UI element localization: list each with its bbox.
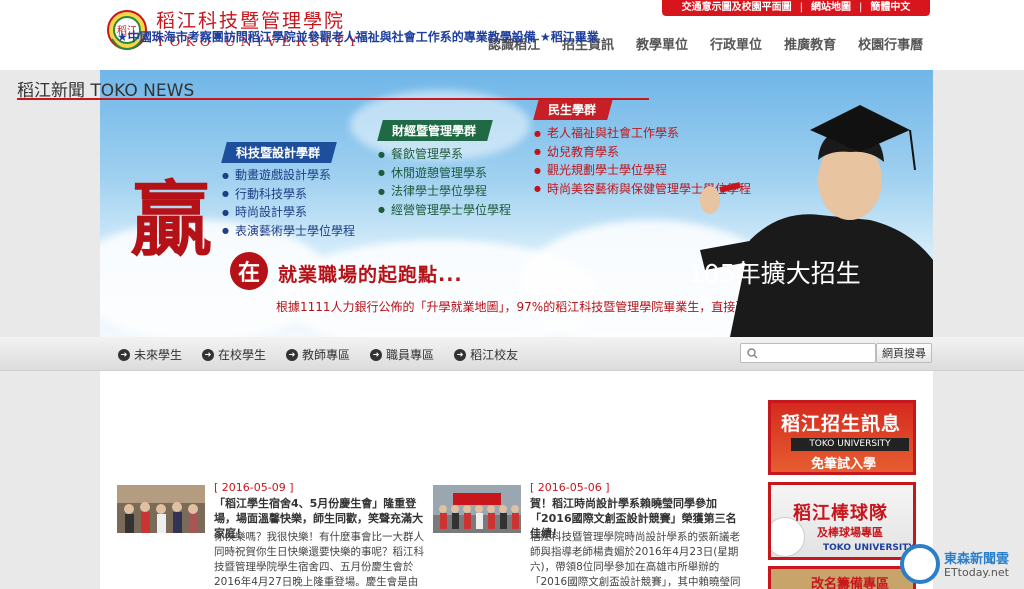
arrow-right-icon: ➜ [454, 348, 467, 361]
dept-item[interactable]: 法律學士學位學程 [378, 182, 511, 201]
nav-calendar[interactable]: 校園行事曆 [858, 34, 923, 54]
ad-admissions-title: 稻江招生訊息 [781, 413, 902, 435]
news-marquee[interactable]: ★中國珠海市考察團訪問稻江學院並參觀老人福祉與社會工作系的專業教學設備 ★稻江畢… [117, 28, 747, 46]
secondary-nav: ➜ 未來學生 ➜ 在校學生 ➜ 教師專區 ➜ 職員專區 ➜ 稻江校友 網頁搜尋 [0, 337, 1024, 371]
ad-admissions-subtitle: 免筆試入學 [811, 457, 877, 472]
ettoday-watermark: 東森新聞雲 ETtoday.net [900, 542, 1024, 589]
hero-banner[interactable]: 科技暨設計學群 動畫遊戲設計學系 行動科技學系 時尚設計學系 表演藝術學士學位學… [100, 70, 933, 337]
ettoday-logo-icon [900, 544, 940, 584]
ad-baseball-title: 稻江棒球隊 [793, 503, 888, 524]
nav-extension-education[interactable]: 推廣教育 [784, 34, 836, 54]
top-link-simplified-chinese[interactable]: 簡體中文 [862, 2, 918, 14]
news-body: 稻江科技暨管理學院時尚設計學系的張新議老師與指導老師楊貴媚於2016年4月23日… [530, 531, 741, 588]
news-date: [ 2016-05-06 ] [530, 481, 610, 494]
subnav-future-students[interactable]: ➜ 未來學生 [118, 346, 182, 363]
dept-item[interactable]: 經營管理學士學位學程 [378, 201, 511, 220]
arrow-right-icon: ➜ [118, 348, 130, 361]
subnav-staff[interactable]: ➜ 職員專區 [370, 346, 434, 363]
top-link-sitemap[interactable]: 網站地圖 [803, 2, 859, 14]
banner-circle-character: 在 [230, 252, 268, 290]
arrow-right-icon: ➜ [202, 348, 215, 361]
banner-slogan: 就業職場的起跑點... [278, 264, 463, 286]
banner-big-character: 贏 [130, 172, 213, 268]
arrow-right-icon: ➜ [286, 348, 299, 361]
news-divider [17, 98, 649, 100]
search-icon [747, 347, 758, 359]
ad-rename-title: 改名籌備專區 [811, 577, 890, 589]
group-label-tech-design: 科技暨設計學群 [221, 142, 337, 163]
ad-baseball-subtitle: 及棒球場專區 [817, 526, 883, 539]
ad-baseball-team[interactable]: 稻江棒球隊 及棒球場專區 TOKO UNIVERSITY [768, 482, 916, 560]
subnav-current-students[interactable]: ➜ 在校學生 [202, 346, 266, 363]
ad-rename-prep[interactable]: 改名籌備專區 [768, 566, 916, 589]
watermark-chinese: 東森新聞雲 [944, 552, 1010, 567]
dept-list-tech-design: 動畫遊戲設計學系 行動科技學系 時尚設計學系 表演藝術學士學位學程 [222, 166, 355, 240]
search-button[interactable]: 網頁搜尋 [876, 343, 932, 363]
top-link-campus-map[interactable]: 交通意示圖及校園平面圖 [674, 2, 800, 14]
dept-item[interactable]: 時尚設計學系 [222, 203, 355, 222]
dept-item[interactable]: 餐飲管理學系 [378, 145, 511, 164]
dept-item[interactable]: 休閒遊憩管理學系 [378, 164, 511, 183]
ad-admissions-english: TOKO UNIVERSITY [791, 438, 909, 451]
search-input[interactable] [762, 345, 867, 361]
dept-list-finance-mgmt: 餐飲管理學系 休閒遊憩管理學系 法律學士學位學程 經營管理學士學位學程 [378, 145, 511, 219]
news-date: [ 2016-05-09 ] [214, 481, 294, 494]
ad-admissions-info[interactable]: 稻江招生訊息 TOKO UNIVERSITY 免筆試入學 [768, 400, 916, 475]
search-box [740, 343, 876, 363]
arrow-right-icon: ➜ [370, 348, 383, 361]
news-thumbnail[interactable] [433, 485, 521, 533]
group-label-livelihood: 民生學群 [533, 99, 613, 120]
dept-item[interactable]: 表演藝術學士學位學程 [222, 222, 355, 241]
graduate-illustration-icon [700, 105, 933, 337]
news-thumbnail[interactable] [117, 485, 205, 533]
banner-enrollment-text: 105年擴大招生 [688, 259, 861, 288]
subnav-faculty[interactable]: ➜ 教師專區 [286, 346, 350, 363]
dept-item[interactable]: 動畫遊戲設計學系 [222, 166, 355, 185]
subnav-alumni[interactable]: ➜ 稻江校友 [454, 346, 518, 363]
watermark-english: ETtoday.net [944, 566, 1009, 579]
top-links-bar: 交通意示圖及校園平面圖 | 網站地圖 | 簡體中文 [662, 0, 930, 16]
news-body: 你快樂嗎？我很快樂！有什麼事會比一大群人同時祝賀你生日快樂還要快樂的事呢？稻江科… [214, 531, 424, 588]
group-label-finance-mgmt: 財經暨管理學群 [377, 120, 493, 141]
dept-item[interactable]: 行動科技學系 [222, 185, 355, 204]
